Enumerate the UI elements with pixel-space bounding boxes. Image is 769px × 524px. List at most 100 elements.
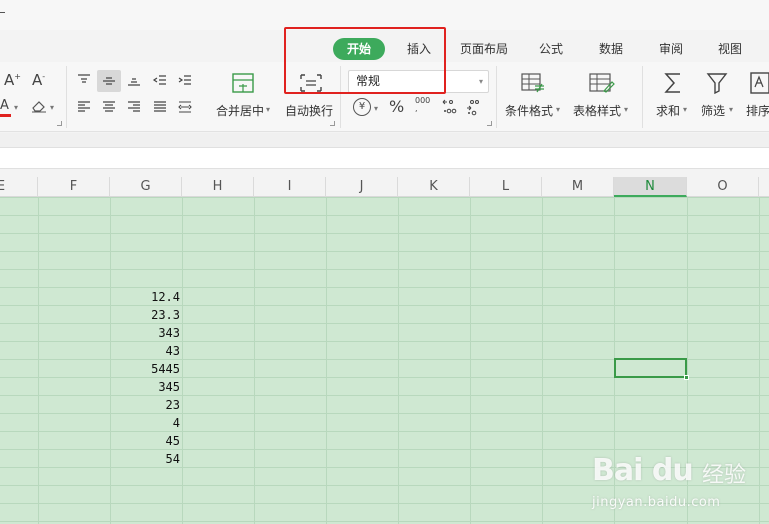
divider bbox=[642, 66, 643, 128]
column-headers: E F G H I J K L M N O bbox=[0, 177, 769, 197]
fill-handle[interactable] bbox=[684, 375, 689, 380]
chevron-down-icon[interactable]: ▾ bbox=[683, 105, 687, 114]
table-style-icon[interactable] bbox=[589, 73, 615, 93]
column-header-k[interactable]: K bbox=[398, 177, 470, 197]
grid-row-line bbox=[0, 521, 769, 522]
chevron-down-icon[interactable]: ▾ bbox=[374, 104, 378, 113]
column-header-m[interactable]: M bbox=[542, 177, 614, 197]
cell-g4[interactable]: 43 bbox=[110, 342, 180, 360]
grid-column-line bbox=[182, 197, 183, 524]
thousands-separator-icon[interactable]: 000, bbox=[415, 97, 430, 113]
grid-row-line bbox=[0, 197, 769, 198]
tab-page-layout[interactable]: 页面布局 bbox=[460, 36, 508, 62]
cell-g6[interactable]: 345 bbox=[110, 378, 180, 396]
indent-increase-icon[interactable] bbox=[177, 73, 193, 87]
font-color-icon[interactable]: A bbox=[0, 98, 9, 113]
divider bbox=[66, 66, 67, 128]
conditional-format-label[interactable]: 条件格式 bbox=[505, 102, 553, 119]
grid-column-line bbox=[326, 197, 327, 524]
tab-data[interactable]: 数据 bbox=[599, 36, 623, 62]
chevron-down-icon[interactable]: ▾ bbox=[266, 105, 270, 114]
grid-row-line bbox=[0, 215, 769, 216]
grid-row-line bbox=[0, 233, 769, 234]
column-header-h[interactable]: H bbox=[182, 177, 254, 197]
cell-g7[interactable]: 23 bbox=[110, 396, 180, 414]
grid-row-line bbox=[0, 269, 769, 270]
cell-g5[interactable]: 5445 bbox=[110, 360, 180, 378]
highlight-box bbox=[284, 27, 446, 94]
divider bbox=[496, 66, 497, 128]
dialog-launcher-icon[interactable] bbox=[57, 121, 62, 126]
chevron-down-icon[interactable]: ▾ bbox=[14, 103, 18, 112]
merge-center-label[interactable]: 合并居中 bbox=[216, 102, 264, 119]
column-header-l[interactable]: L bbox=[470, 177, 542, 197]
toolbar-spacer bbox=[0, 133, 769, 147]
active-cell[interactable] bbox=[614, 358, 689, 380]
currency-icon[interactable]: ¥ bbox=[353, 98, 371, 116]
align-top-icon[interactable] bbox=[76, 73, 92, 87]
column-header-o[interactable]: O bbox=[687, 177, 759, 197]
watermark-url: jingyan.baidu.com bbox=[592, 495, 721, 510]
tab-formula[interactable]: 公式 bbox=[539, 36, 563, 62]
column-header-e[interactable]: E bbox=[0, 177, 38, 197]
conditional-format-icon[interactable] bbox=[521, 73, 545, 93]
cell-g3[interactable]: 343 bbox=[110, 324, 180, 342]
grid-column-line bbox=[254, 197, 255, 524]
font-increase-icon[interactable]: A+ bbox=[4, 71, 21, 89]
align-right-icon[interactable] bbox=[126, 100, 142, 114]
grid-column-line bbox=[38, 197, 39, 524]
column-header-j[interactable]: J bbox=[326, 177, 398, 197]
auto-wrap-label[interactable]: 自动换行 bbox=[285, 102, 333, 119]
dialog-launcher-icon[interactable] bbox=[330, 121, 335, 126]
indent-decrease-icon[interactable] bbox=[152, 73, 168, 87]
percent-icon[interactable]: % bbox=[389, 97, 404, 116]
column-header-f[interactable]: F bbox=[38, 177, 110, 197]
chevron-down-icon[interactable]: ▾ bbox=[729, 105, 733, 114]
justify-icon[interactable] bbox=[152, 100, 168, 114]
align-middle-icon bbox=[103, 77, 115, 85]
minimize-glyph[interactable] bbox=[0, 12, 5, 13]
watermark-brand: 经验 bbox=[702, 463, 747, 488]
cell-g10[interactable]: 54 bbox=[110, 450, 180, 468]
filter-label[interactable]: 筛选 bbox=[701, 102, 725, 119]
grid-column-line bbox=[542, 197, 543, 524]
cell-g1[interactable]: 12.4 bbox=[110, 288, 180, 306]
decrease-decimal-icon[interactable] bbox=[465, 98, 483, 116]
thousands-symbol: 000 bbox=[415, 96, 431, 105]
align-center-icon[interactable] bbox=[101, 100, 117, 114]
chevron-down-icon: ▾ bbox=[478, 77, 483, 86]
font-color-swatch bbox=[0, 114, 11, 117]
align-left-icon[interactable] bbox=[76, 100, 92, 114]
cell-g2[interactable]: 23.3 bbox=[110, 306, 180, 324]
dialog-launcher-icon[interactable] bbox=[487, 121, 492, 126]
sum-icon[interactable] bbox=[663, 72, 683, 94]
tab-review[interactable]: 审阅 bbox=[659, 36, 683, 62]
grid-column-line bbox=[470, 197, 471, 524]
chevron-down-icon[interactable]: ▾ bbox=[50, 103, 54, 112]
eraser-icon[interactable] bbox=[31, 99, 47, 113]
filter-icon[interactable] bbox=[706, 72, 728, 94]
formula-bar[interactable] bbox=[0, 147, 769, 169]
sum-label[interactable]: 求和 bbox=[656, 102, 680, 119]
sort-icon[interactable] bbox=[750, 72, 769, 94]
merge-center-icon[interactable] bbox=[232, 73, 254, 93]
title-bar bbox=[0, 0, 769, 30]
distribute-icon[interactable] bbox=[177, 100, 193, 114]
baidu-watermark: Bai du 经验 jingyan.baidu.com bbox=[592, 443, 767, 521]
table-style-label[interactable]: 表格样式 bbox=[573, 102, 621, 119]
column-header-n[interactable]: N bbox=[614, 177, 687, 197]
sort-label[interactable]: 排序 bbox=[746, 102, 769, 119]
font-decrease-icon[interactable]: A- bbox=[32, 71, 45, 89]
cell-g9[interactable]: 45 bbox=[110, 432, 180, 450]
align-bottom-icon[interactable] bbox=[126, 73, 142, 87]
chevron-down-icon[interactable]: ▾ bbox=[556, 105, 560, 114]
chevron-down-icon[interactable]: ▾ bbox=[624, 105, 628, 114]
increase-decimal-icon[interactable] bbox=[441, 98, 459, 116]
column-header-i[interactable]: I bbox=[254, 177, 326, 197]
watermark-logo: Bai du bbox=[592, 453, 694, 488]
grid-row-line bbox=[0, 251, 769, 252]
column-header-g[interactable]: G bbox=[110, 177, 182, 197]
cell-g8[interactable]: 4 bbox=[110, 414, 180, 432]
grid-column-line bbox=[398, 197, 399, 524]
tab-view[interactable]: 视图 bbox=[718, 36, 742, 62]
